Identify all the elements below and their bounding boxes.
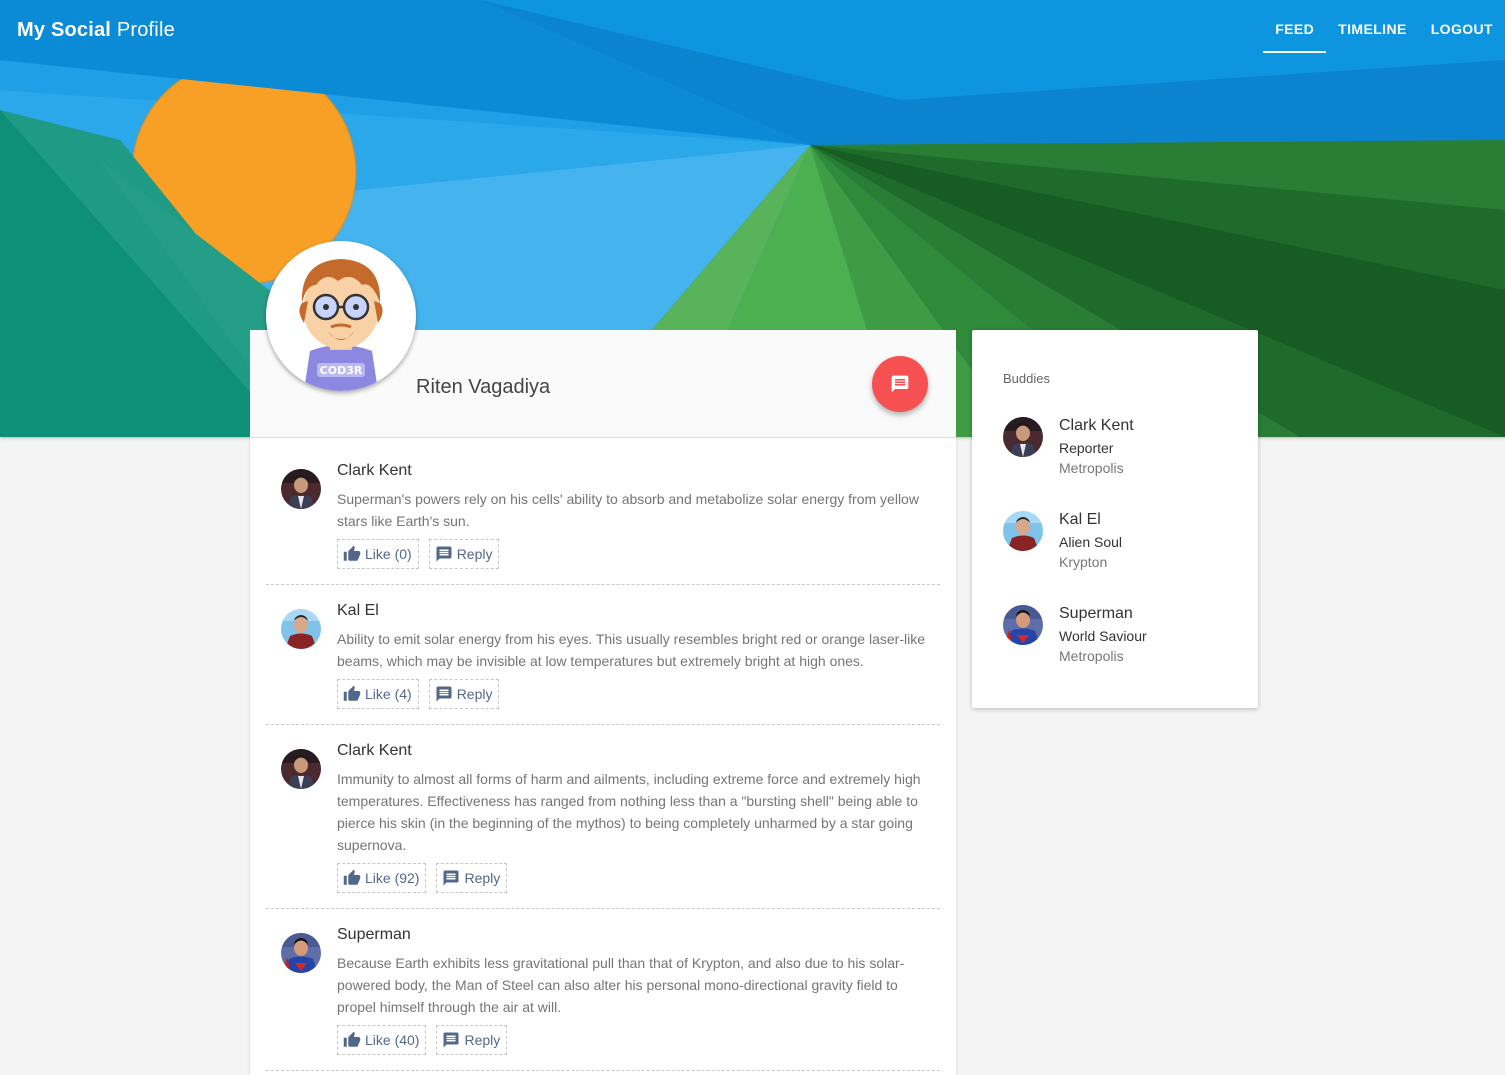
like-label: Like (4) bbox=[365, 686, 412, 702]
superman-avatar-icon bbox=[281, 933, 321, 973]
reply-label: Reply bbox=[464, 1032, 501, 1048]
thumb-up-icon bbox=[343, 869, 361, 885]
post-author[interactable]: Superman bbox=[337, 926, 411, 944]
thumb-up-icon bbox=[343, 685, 361, 701]
reply-label: Reply bbox=[456, 686, 493, 702]
nav-timeline[interactable]: TIMELINE bbox=[1326, 0, 1419, 52]
thumb-up-icon bbox=[343, 545, 361, 561]
buddy-item[interactable]: Kal El Alien Soul Krypton bbox=[1003, 511, 1243, 587]
like-button[interactable]: Like (40) bbox=[337, 1025, 427, 1055]
coder-avatar-icon: COD3R bbox=[266, 241, 416, 391]
like-label: Like (0) bbox=[365, 546, 412, 562]
feed-post: Kal El Ability to emit solar energy from… bbox=[266, 585, 940, 725]
superman-avatar-icon bbox=[1003, 605, 1043, 645]
buddy-role: Alien Soul bbox=[1059, 534, 1123, 550]
clark-kent-avatar-icon bbox=[281, 469, 321, 509]
buddies-title: Buddies bbox=[1003, 371, 1050, 386]
brand-light: Profile bbox=[116, 19, 175, 41]
reply-button[interactable]: Reply bbox=[428, 539, 500, 569]
reply-button[interactable]: Reply bbox=[436, 1025, 508, 1055]
buddy-item[interactable]: Superman World Saviour Metropolis bbox=[1003, 605, 1243, 681]
post-author[interactable]: Clark Kent bbox=[337, 462, 412, 480]
post-avatar[interactable] bbox=[281, 469, 321, 509]
feed-post: Clark Kent Immunity to almost all forms … bbox=[266, 725, 940, 909]
comment-icon bbox=[436, 686, 452, 702]
feed-panel: Clark Kent Superman's powers rely on his… bbox=[250, 438, 956, 1075]
post-text: Ability to emit solar energy from his ey… bbox=[337, 631, 925, 669]
post-actions: Like (92) Reply bbox=[337, 863, 508, 893]
buddy-name: Superman bbox=[1059, 605, 1133, 622]
post-avatar[interactable] bbox=[281, 749, 321, 789]
reply-button[interactable]: Reply bbox=[436, 863, 508, 893]
like-button[interactable]: Like (4) bbox=[337, 679, 419, 709]
post-text: Immunity to almost all forms of harm and… bbox=[337, 771, 921, 853]
clark-kent-avatar-icon bbox=[281, 749, 321, 789]
reply-label: Reply bbox=[456, 546, 493, 562]
feed-post: Clark Kent Superman's powers rely on his… bbox=[266, 438, 940, 585]
buddy-name: Kal El bbox=[1059, 511, 1101, 528]
buddy-location: Metropolis bbox=[1059, 648, 1124, 664]
reply-button[interactable]: Reply bbox=[428, 679, 500, 709]
buddies-panel: Buddies Clark Kent Reporter Metropolis K… bbox=[972, 330, 1258, 708]
buddy-avatar bbox=[1003, 511, 1043, 551]
reply-label: Reply bbox=[464, 870, 501, 886]
buddy-avatar bbox=[1003, 417, 1043, 457]
thumb-up-icon bbox=[343, 1031, 361, 1047]
buddy-name: Clark Kent bbox=[1059, 417, 1134, 434]
comment-icon bbox=[436, 546, 452, 562]
message-icon bbox=[891, 375, 909, 393]
post-text: Because Earth exhibits less gravitationa… bbox=[337, 955, 905, 1015]
like-button[interactable]: Like (0) bbox=[337, 539, 419, 569]
buddy-avatar bbox=[1003, 605, 1043, 645]
brand-bold: My Social bbox=[17, 19, 112, 41]
nav-feed[interactable]: FEED bbox=[1263, 0, 1327, 53]
buddy-role: World Saviour bbox=[1059, 628, 1147, 644]
post-actions: Like (40) Reply bbox=[337, 1025, 508, 1055]
feed-post: Superman Because Earth exhibits less gra… bbox=[266, 909, 940, 1071]
post-author[interactable]: Kal El bbox=[337, 602, 379, 620]
message-button[interactable] bbox=[872, 356, 928, 412]
kal-el-avatar-icon bbox=[1003, 511, 1043, 551]
nav-logout[interactable]: LOGOUT bbox=[1419, 0, 1505, 52]
buddy-role: Reporter bbox=[1059, 440, 1114, 456]
kal-el-avatar-icon bbox=[281, 609, 321, 649]
profile-name: Riten Vagadiya bbox=[416, 376, 551, 398]
post-avatar[interactable] bbox=[281, 933, 321, 973]
post-text: Superman's powers rely on his cells' abi… bbox=[337, 491, 919, 529]
like-label: Like (40) bbox=[365, 1032, 420, 1048]
post-author[interactable]: Clark Kent bbox=[337, 742, 412, 760]
post-actions: Like (4) Reply bbox=[337, 679, 500, 709]
like-button[interactable]: Like (92) bbox=[337, 863, 427, 893]
clark-kent-avatar-icon bbox=[1003, 417, 1043, 457]
post-actions: Like (0) Reply bbox=[337, 539, 500, 569]
app-brand[interactable]: My Social Profile bbox=[17, 19, 175, 42]
buddy-location: Krypton bbox=[1059, 554, 1108, 570]
top-nav: FEED TIMELINE LOGOUT bbox=[1263, 0, 1505, 53]
comment-icon bbox=[443, 1032, 459, 1048]
buddy-item[interactable]: Clark Kent Reporter Metropolis bbox=[1003, 417, 1243, 493]
comment-icon bbox=[443, 870, 459, 886]
profile-avatar[interactable]: COD3R bbox=[266, 241, 416, 391]
post-avatar[interactable] bbox=[281, 609, 321, 649]
avatar-shirt-text: COD3R bbox=[320, 364, 363, 377]
like-label: Like (92) bbox=[365, 870, 420, 886]
buddy-location: Metropolis bbox=[1059, 460, 1124, 476]
